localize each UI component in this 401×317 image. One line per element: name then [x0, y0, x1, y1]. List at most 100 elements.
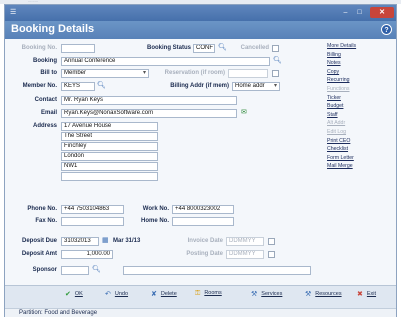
search-icon[interactable]: 🔍︎ [92, 266, 101, 274]
address-line-2[interactable]: The Street [61, 132, 158, 141]
home-no-label: Home No. [140, 218, 169, 224]
side-menu-item[interactable]: Recurring [327, 77, 397, 86]
contact-input[interactable]: Mr. Ryan Keys [61, 96, 237, 105]
cancelled-label: Cancelled [240, 45, 269, 51]
title-bar: ☰ – □ ✕ [5, 5, 396, 21]
button-label: Services [261, 291, 283, 297]
fax-no-input[interactable] [61, 217, 124, 226]
contact-label: Contact [34, 97, 57, 103]
bill-to-select[interactable]: Member [61, 69, 149, 78]
phone-no-input[interactable]: +44 7503104863 [61, 205, 124, 214]
cancelled-checkbox[interactable] [272, 45, 279, 52]
booking-no-input[interactable] [61, 44, 95, 53]
resources-button[interactable]: ⚒ Resources [305, 290, 342, 298]
side-menu-item: Edit Log [327, 128, 347, 135]
undo-icon: ↶ [105, 291, 111, 298]
side-menu-item[interactable]: Budget [327, 103, 397, 112]
key-icon: ⚿ [195, 290, 201, 297]
address-label: Address [32, 123, 57, 129]
booking-form: Booking No. Booking Status CONF 🔍︎ Cance… [5, 39, 323, 286]
side-menu-item: Alt Addr [327, 120, 346, 127]
side-menu-item[interactable]: Ticker [327, 95, 397, 104]
bill-to-label: Bill to [40, 70, 57, 76]
member-no-label: Member No. [22, 83, 57, 89]
side-menu-item[interactable]: Mail Merge [327, 163, 397, 172]
reservation-input[interactable] [228, 69, 268, 78]
email-label: Email [40, 110, 57, 116]
reservation-label: Reservation (if room) [164, 70, 225, 76]
booking-status-input[interactable]: CONF [193, 44, 215, 53]
maximize-button[interactable]: □ [353, 7, 366, 18]
button-label: OK [74, 291, 83, 297]
address-line-3[interactable]: Finchley [61, 142, 158, 151]
side-menu-item[interactable]: Checklist [327, 146, 397, 155]
search-icon[interactable]: 🔍︎ [218, 44, 227, 52]
resources-icon: ⚒ [305, 291, 312, 298]
footer-toolbar: ✔ OK ↶ Undo ✘ Delete ⚿ Rooms ⚒ Services ⚒ Resources… [5, 285, 396, 309]
posting-date-checkbox[interactable] [268, 251, 275, 258]
minimize-button[interactable]: – [339, 7, 352, 18]
side-menu-item[interactable]: Staff [327, 112, 397, 121]
home-no-input[interactable] [172, 217, 234, 226]
invoice-date-input[interactable]: DDMMYY [226, 237, 264, 246]
booking-input[interactable]: Annual Conference [61, 57, 270, 66]
button-label: Delete [160, 291, 177, 297]
button-label: Resources [315, 291, 342, 297]
email-input[interactable]: Ryan.Keys@NonaxSoftware.com [61, 109, 237, 118]
sponsor-label: Sponsor [32, 267, 57, 273]
rooms-button[interactable]: ⚿ Rooms [195, 290, 222, 298]
side-menu-item[interactable]: Billing [327, 52, 397, 61]
send-email-icon[interactable]: ✉ [241, 109, 247, 117]
booking-details-window: ☰ – □ ✕ Booking Details ? Booking No. Bo… [4, 4, 397, 317]
delete-button[interactable]: ✘ Delete [151, 290, 177, 298]
booking-label: Booking [33, 58, 57, 64]
sponsor-input[interactable] [61, 266, 89, 275]
address-line-1[interactable]: 17 Avenue House [61, 122, 158, 131]
address-line-5[interactable]: NW1 [61, 162, 158, 171]
address-line-4[interactable]: London [61, 152, 158, 161]
work-no-input[interactable]: +44 8000323002 [172, 205, 234, 214]
exit-icon: ✖ [357, 291, 363, 298]
delete-icon: ✘ [151, 291, 157, 298]
calendar-icon[interactable]: ▦ [102, 237, 109, 245]
invoice-date-checkbox[interactable] [268, 238, 275, 245]
deposit-amt-input[interactable]: 1,000.00 [61, 250, 113, 259]
fax-no-label: Fax No. [35, 218, 57, 224]
check-icon: ✔ [65, 291, 71, 298]
services-button[interactable]: ⚒ Services [251, 290, 282, 298]
undo-button[interactable]: ↶ Undo [105, 290, 128, 298]
side-menu-item[interactable]: Copy [327, 69, 397, 78]
member-no-input[interactable]: KEYS [61, 82, 95, 91]
help-icon[interactable]: ? [381, 24, 392, 35]
close-button[interactable]: ✕ [370, 7, 394, 18]
side-menu-item: Functions [327, 85, 350, 92]
document-icon: ☰ [10, 9, 17, 16]
booking-no-label: Booking No. [21, 45, 57, 51]
posting-date-input[interactable]: DDMMYY [226, 250, 264, 259]
billing-addr-label: Billing Addr (if mem) [170, 83, 229, 89]
ok-button[interactable]: ✔ OK [65, 290, 83, 298]
side-menu-item[interactable]: Form Letter [327, 155, 397, 164]
deposit-due-input[interactable]: 31032013 [61, 237, 99, 246]
services-icon: ⚒ [251, 291, 258, 298]
side-menu-item[interactable]: More Details [327, 43, 397, 52]
work-no-label: Work No. [142, 206, 169, 212]
side-menu: More Details Billing Notes Copy Recurring Fun… [327, 43, 397, 172]
status-bar: Partition: Food and Beverage [5, 308, 396, 317]
button-label: Rooms [204, 290, 222, 296]
side-menu-item[interactable]: Notes [327, 60, 397, 69]
deposit-due-label: Deposit Due [21, 238, 57, 244]
address-line-6[interactable] [61, 172, 158, 181]
invoice-date-label: Invoice Date [187, 238, 223, 244]
window-header: Booking Details ? [5, 21, 396, 39]
search-icon[interactable]: 🔍︎ [273, 57, 282, 65]
side-menu-item[interactable]: Print CEO [327, 138, 397, 147]
exit-button[interactable]: ✖ Exit [357, 290, 376, 298]
sponsor-name-input[interactable] [123, 266, 311, 275]
phone-no-label: Phone No. [27, 206, 57, 212]
billing-addr-select[interactable]: Home addr [232, 82, 280, 91]
reservation-checkbox[interactable] [272, 70, 279, 77]
partition-text: Partition: Food and Beverage [19, 310, 98, 316]
posting-date-label: Posting Date [186, 251, 223, 257]
search-icon[interactable]: 🔍︎ [97, 82, 106, 90]
